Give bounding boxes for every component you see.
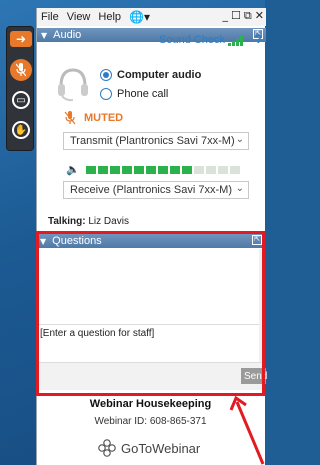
menu-help[interactable]: Help	[94, 11, 125, 23]
transmit-device-value: Transmit (Plantronics Savi 7xx-M)	[70, 135, 235, 147]
speaker-level-row: 🔈	[66, 163, 240, 176]
volume-meter-bar	[217, 165, 228, 174]
talking-label: Talking:	[48, 216, 86, 227]
phone-call-label: Phone call	[117, 88, 169, 100]
volume-meter-bar	[157, 165, 168, 174]
signal-strength-icon	[228, 36, 246, 46]
arrow-right-icon[interactable]: ➜	[10, 31, 32, 47]
computer-audio-radio[interactable]	[100, 69, 112, 81]
volume-meter-bar	[181, 165, 192, 174]
computer-audio-label: Computer audio	[117, 69, 202, 81]
menu-view[interactable]: View	[63, 11, 95, 23]
transmit-device-select[interactable]: Transmit (Plantronics Savi 7xx-M) ⌄	[63, 132, 249, 150]
gotowebinar-flower-icon	[98, 439, 116, 457]
collapse-triangle-icon[interactable]: ▼	[41, 31, 47, 40]
receive-device-select[interactable]: Receive (Plantronics Savi 7xx-M) ⌄	[63, 181, 249, 199]
raise-hand-icon[interactable]: ✋	[10, 119, 32, 141]
phone-call-option[interactable]: Phone call	[100, 88, 168, 100]
chevron-down-icon[interactable]: ⌄	[236, 134, 244, 145]
chevron-down-icon[interactable]: ⌄	[236, 183, 244, 194]
volume-meter-bar	[205, 165, 216, 174]
audio-section-title: Audio	[53, 29, 82, 41]
volume-meter-bar	[109, 165, 120, 174]
maximize-icon[interactable]: ☐	[231, 9, 241, 23]
close-icon[interactable]: ✕	[255, 9, 264, 23]
window-controls: _ ☐ ⧉ ✕	[223, 9, 264, 23]
volume-meter-bar	[193, 165, 204, 174]
talking-indicator: Talking: Liz Davis	[48, 216, 129, 227]
volume-meter-bar	[121, 165, 132, 174]
volume-meter-bar	[229, 165, 240, 174]
phone-call-radio[interactable]	[100, 88, 112, 100]
minimize-icon[interactable]: _	[223, 9, 229, 23]
annotation-arrow	[229, 395, 265, 465]
globe-icon[interactable]: 🌐▾	[125, 10, 150, 24]
restore-icon[interactable]: ⧉	[244, 9, 252, 23]
speaker-icon: 🔈	[66, 163, 80, 176]
menu-bar: File View Help 🌐▾ _ ☐ ⧉ ✕	[37, 8, 266, 26]
headset-icon	[58, 68, 88, 102]
volume-meter-bar	[169, 165, 180, 174]
gotowebinar-logo: GoToWebinar	[98, 439, 200, 457]
volume-meter-bar	[97, 165, 108, 174]
computer-audio-option[interactable]: Computer audio	[100, 69, 201, 81]
muted-label: MUTED	[84, 112, 124, 124]
muted-microphone-icon[interactable]	[64, 111, 76, 125]
talking-name: Liz Davis	[88, 216, 129, 227]
help-icon[interactable]: ?	[255, 32, 267, 46]
volume-meter-bar	[85, 165, 96, 174]
microphone-icon[interactable]	[10, 59, 32, 81]
control-panel-strip: ➜ ▭ ✋	[6, 26, 34, 151]
volume-meter-bar	[145, 165, 156, 174]
menu-file[interactable]: File	[37, 11, 63, 23]
gotowebinar-logo-text: GoToWebinar	[121, 440, 201, 456]
screen-icon[interactable]: ▭	[10, 89, 32, 111]
sound-check-link[interactable]: Sound Check	[159, 34, 225, 46]
receive-device-value: Receive (Plantronics Savi 7xx-M)	[70, 184, 232, 196]
volume-meter	[85, 165, 240, 174]
volume-meter-bar	[133, 165, 144, 174]
highlight-box	[36, 231, 265, 396]
mute-status[interactable]: MUTED	[64, 111, 123, 125]
